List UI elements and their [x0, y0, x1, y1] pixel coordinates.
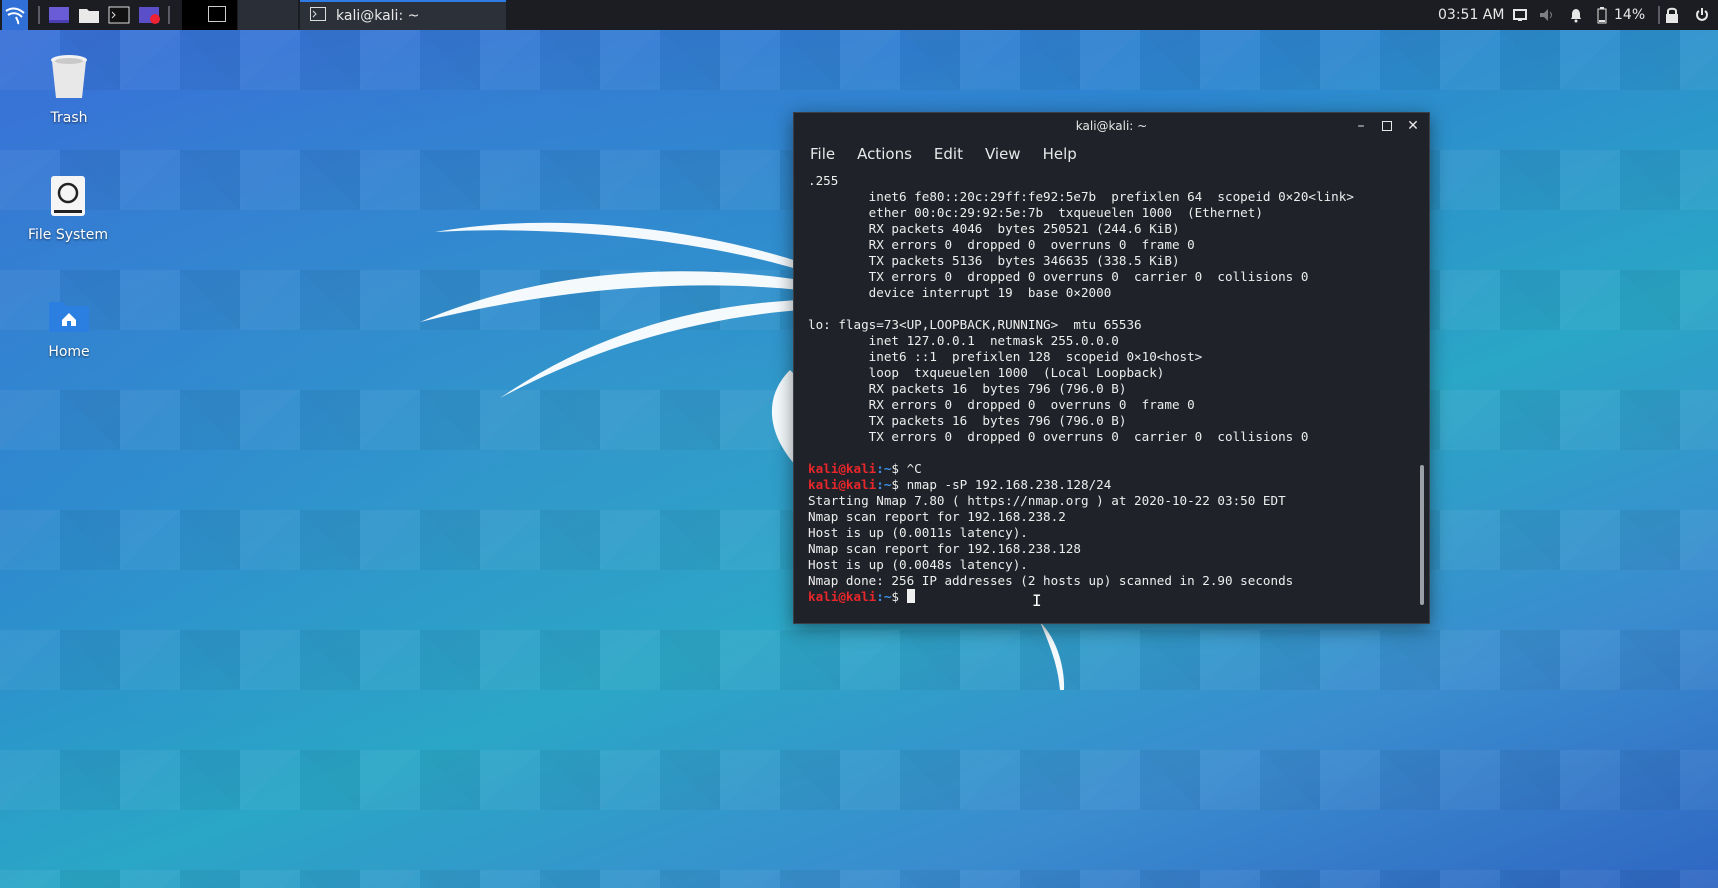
volume-muted-icon[interactable]	[1538, 0, 1556, 30]
terminal-line: lo: flags=73<UP,LOOPBACK,RUNNING> mtu 65…	[808, 317, 1142, 332]
drive-icon	[8, 175, 128, 221]
notification-bell-icon[interactable]	[1568, 0, 1584, 30]
terminal-line: ether 00:0c:29:92:5e:7b txqueuelen 1000 …	[808, 205, 1263, 220]
file-manager-launcher[interactable]	[78, 0, 100, 30]
terminal-line: inet6 ::1 prefixlen 128 scopeid 0×10<hos…	[808, 349, 1203, 364]
terminal-line: RX errors 0 dropped 0 overruns 0 frame 0	[808, 237, 1195, 252]
battery-icon[interactable]	[1596, 0, 1608, 30]
prompt-user: kali@kali	[808, 461, 877, 476]
trash-icon	[9, 54, 129, 104]
command-text: ^C	[906, 461, 922, 476]
window-titlebar[interactable]: kali@kali: ~ – ✕	[794, 113, 1429, 139]
recorder-icon	[139, 7, 160, 24]
home-folder-icon	[9, 298, 129, 338]
kali-menu-button[interactable]	[2, 0, 28, 30]
power-icon[interactable]	[1694, 0, 1710, 30]
terminal-line: RX packets 16 bytes 796 (796.0 B)	[808, 381, 1127, 396]
terminal-line: Nmap done: 256 IP addresses (2 hosts up)…	[808, 573, 1294, 588]
lock-screen-icon[interactable]	[1664, 0, 1680, 30]
prompt-symbol: $	[891, 589, 907, 604]
terminal-line: device interrupt 19 base 0×2000	[808, 285, 1112, 300]
terminal-line: Nmap scan report for 192.168.238.128	[808, 541, 1081, 556]
terminal-cursor	[906, 589, 915, 603]
desktop-icon-label: File System	[27, 227, 109, 243]
terminal-line: TX errors 0 dropped 0 overruns 0 carrier…	[808, 429, 1309, 444]
command-text: nmap -sP 192.168.238.128/24	[906, 477, 1112, 492]
terminal-line: RX errors 0 dropped 0 overruns 0 frame 0	[808, 397, 1195, 412]
screen-recorder-launcher[interactable]	[138, 0, 162, 30]
workspace-window-icon	[208, 6, 226, 22]
prompt-user: kali@kali	[808, 589, 877, 604]
terminal-output[interactable]: .255 inet6 fe80::20c:29ff:fe92:5e7b pref…	[808, 173, 1411, 615]
terminal-line: TX errors 0 dropped 0 overruns 0 carrier…	[808, 269, 1309, 284]
terminal-line: kali@kali:~$ nmap -sP 192.168.238.128/24	[808, 477, 1411, 493]
terminal-window[interactable]: kali@kali: ~ – ✕ File Actions Edit View …	[793, 112, 1430, 624]
terminal-line: TX packets 5136 bytes 346635 (338.5 KiB)	[808, 253, 1180, 268]
text-cursor-icon: I	[1032, 591, 1042, 610]
desktop-icon-file-system[interactable]: File System	[8, 175, 128, 243]
terminal-line: kali@kali:~$	[808, 589, 1411, 605]
folder-icon	[79, 9, 99, 23]
workspace-2[interactable]	[238, 0, 298, 30]
prompt-path: :~	[876, 461, 892, 476]
desktop-icon-home[interactable]: Home	[9, 298, 129, 360]
scrollbar-thumb[interactable]	[1420, 465, 1424, 605]
prompt-path: :~	[876, 589, 892, 604]
show-desktop-launcher[interactable]	[48, 0, 70, 30]
terminal-line: Starting Nmap 7.80 ( https://nmap.org ) …	[808, 493, 1286, 508]
desktop-icon	[49, 7, 69, 23]
terminal-line: .255	[808, 173, 839, 188]
menu-file[interactable]: File	[810, 145, 835, 163]
menu-edit[interactable]: Edit	[934, 145, 963, 163]
window-menubar: File Actions Edit View Help	[794, 139, 1429, 169]
clock[interactable]: 03:51 AM	[1438, 0, 1504, 30]
terminal-icon	[108, 6, 130, 24]
desktop-icon-trash[interactable]: Trash	[9, 54, 129, 126]
terminal-line: TX packets 16 bytes 796 (796.0 B)	[808, 413, 1127, 428]
terminal-line: Nmap scan report for 192.168.238.2	[808, 509, 1066, 524]
task-title: kali@kali: ~	[336, 8, 420, 24]
terminal-small-icon	[310, 7, 326, 25]
terminal-launcher[interactable]	[108, 0, 130, 30]
terminal-line: loop txqueuelen 1000 (Local Loopback)	[808, 365, 1165, 380]
prompt-symbol: $	[891, 477, 907, 492]
battery-percent: 14%	[1614, 7, 1646, 23]
top-panel: kali@kali: ~ 03:51 AM 14%	[0, 0, 1718, 30]
desktop-icon-label: Home	[48, 344, 90, 360]
prompt-user: kali@kali	[808, 477, 877, 492]
window-title: kali@kali: ~	[1075, 119, 1148, 133]
prompt-symbol: $	[891, 461, 907, 476]
minimize-icon[interactable]: –	[1353, 118, 1369, 134]
terminal-line: Host is up (0.0011s latency).	[808, 525, 1028, 540]
display-icon[interactable]	[1512, 0, 1528, 30]
terminal-line: inet 127.0.0.1 netmask 255.0.0.0	[808, 333, 1119, 348]
terminal-line: RX packets 4046 bytes 250521 (244.6 KiB)	[808, 221, 1180, 236]
maximize-icon[interactable]	[1379, 118, 1395, 134]
terminal-line: inet6 fe80::20c:29ff:fe92:5e7b prefixlen…	[808, 189, 1354, 204]
menu-help[interactable]: Help	[1043, 145, 1077, 163]
taskbar-terminal-task[interactable]: kali@kali: ~	[300, 0, 506, 30]
workspace-1[interactable]	[182, 0, 237, 30]
panel-separator	[1658, 6, 1660, 24]
panel-separator	[168, 6, 170, 24]
panel-separator	[38, 6, 40, 24]
desktop-icon-label: Trash	[50, 110, 88, 126]
menu-view[interactable]: View	[985, 145, 1021, 163]
kali-logo-icon	[5, 7, 25, 25]
close-icon[interactable]: ✕	[1405, 118, 1421, 134]
menu-actions[interactable]: Actions	[857, 145, 912, 163]
terminal-line: Host is up (0.0048s latency).	[808, 557, 1028, 572]
prompt-path: :~	[876, 477, 892, 492]
terminal-line: kali@kali:~$ ^C	[808, 461, 1411, 477]
